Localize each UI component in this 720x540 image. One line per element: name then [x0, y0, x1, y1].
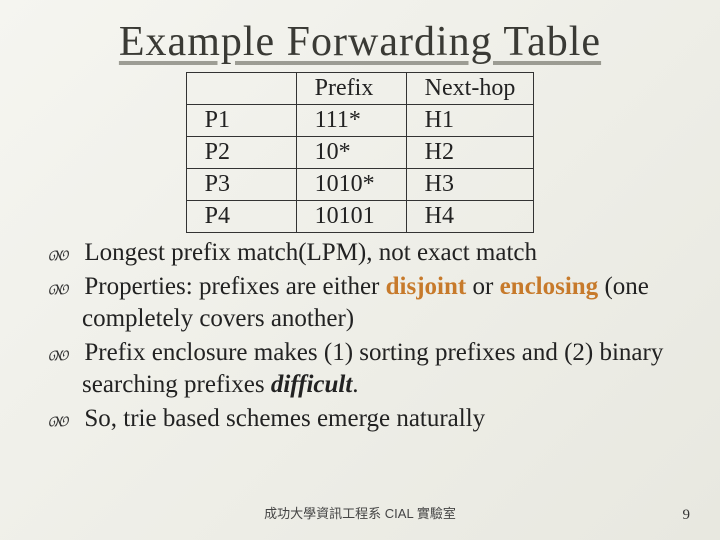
- th-nexthop: Next-hop: [406, 73, 534, 105]
- cell: 10*: [296, 137, 406, 169]
- bullet-list: Longest prefix match(LPM), not exact mat…: [40, 237, 680, 435]
- cell: P1: [186, 105, 296, 137]
- th-prefix: Prefix: [296, 73, 406, 105]
- emphasis: difficult: [271, 371, 352, 398]
- slide-container: Example Forwarding Table Prefix Next-hop…: [0, 0, 720, 540]
- cell: P4: [186, 201, 296, 233]
- list-item: Prefix enclosure makes (1) sorting prefi…: [48, 337, 672, 401]
- slide-title: Example Forwarding Table: [40, 18, 680, 66]
- cell: H1: [406, 105, 534, 137]
- forwarding-table: Prefix Next-hop P1 111* H1 P2 10* H2 P3 …: [186, 72, 535, 233]
- cell: 111*: [296, 105, 406, 137]
- highlight: disjoint: [386, 273, 467, 300]
- cell: 10101: [296, 201, 406, 233]
- th-blank: [186, 73, 296, 105]
- text: Properties: prefixes are either: [84, 273, 385, 300]
- table-row: P3 1010* H3: [186, 169, 534, 201]
- list-item: So, trie based schemes emerge naturally: [48, 403, 672, 435]
- text: or: [466, 273, 499, 300]
- footer-text: 成功大學資訊工程系 CIAL 實驗室: [0, 503, 720, 522]
- text: Prefix enclosure makes (1) sorting prefi…: [82, 339, 663, 398]
- text: So, trie based schemes emerge naturally: [84, 405, 485, 432]
- cell: H3: [406, 169, 534, 201]
- cell: 1010*: [296, 169, 406, 201]
- cell: H2: [406, 137, 534, 169]
- table-row: P1 111* H1: [186, 105, 534, 137]
- table-row: P2 10* H2: [186, 137, 534, 169]
- list-item: Properties: prefixes are either disjoint…: [48, 271, 672, 335]
- cell: H4: [406, 201, 534, 233]
- list-item: Longest prefix match(LPM), not exact mat…: [48, 237, 672, 269]
- highlight: enclosing: [500, 273, 599, 300]
- table-row: P4 10101 H4: [186, 201, 534, 233]
- text: .: [352, 371, 358, 398]
- cell: P2: [186, 137, 296, 169]
- text: Longest prefix match(LPM), not exact mat…: [84, 239, 537, 266]
- page-number: 9: [683, 507, 691, 524]
- cell: P3: [186, 169, 296, 201]
- table-header-row: Prefix Next-hop: [186, 73, 534, 105]
